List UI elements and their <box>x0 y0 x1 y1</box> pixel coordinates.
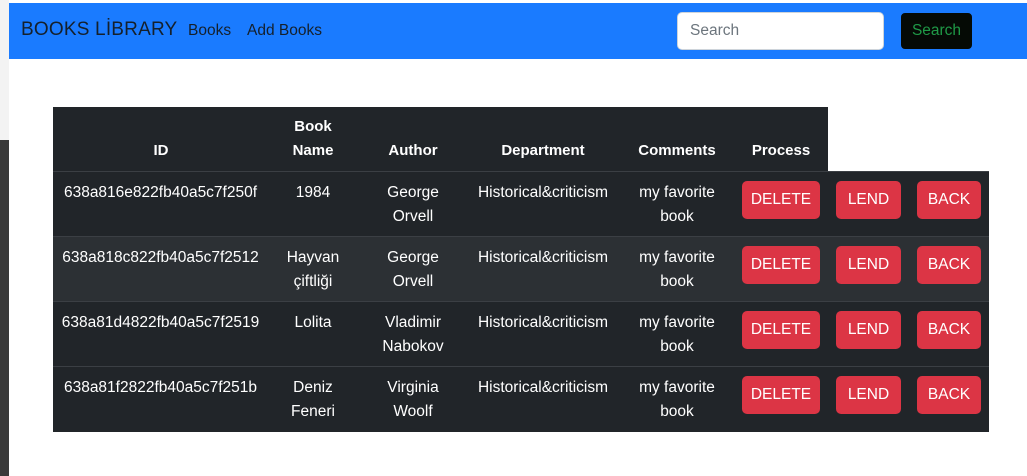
cell-author-line: Orvell <box>392 273 434 290</box>
header-author: Author <box>388 142 438 159</box>
cell-book-name: Lolita <box>273 311 353 335</box>
header-comments: Comments <box>638 142 716 159</box>
cell-comments: my favorite book <box>625 181 729 229</box>
cell-author-line: George <box>387 249 439 266</box>
cell-comments: my favorite book <box>625 246 729 294</box>
cell-book-name-line: Lolita <box>294 314 332 331</box>
cell-book-name-line: Hayvan <box>286 249 340 266</box>
cell-author: Vladimir Nabokov <box>373 311 453 359</box>
cell-book-name: 1984 <box>273 181 353 205</box>
back-button[interactable]: BACK <box>917 311 981 349</box>
cell-comments-line: my favorite <box>639 184 715 201</box>
table-header: ID Book Name Author Department Comments … <box>53 107 828 171</box>
cell-department: Historical&criticism <box>477 379 609 396</box>
table-row: 638a81f2822fb40a5c7f251b Deniz Feneri Vi… <box>53 366 989 432</box>
cell-comments-line: book <box>660 273 694 290</box>
navbar: BOOKS LİBRARY Books Add Books Search <box>9 3 1027 59</box>
lend-button[interactable]: LEND <box>836 376 901 414</box>
search-button[interactable]: Search <box>901 13 972 49</box>
cell-comments-line: my favorite <box>639 314 715 331</box>
cell-comments-line: my favorite <box>639 379 715 396</box>
header-id: ID <box>153 142 169 159</box>
cell-author: Virginia Woolf <box>373 376 453 424</box>
cell-book-name-line: 1984 <box>295 184 331 201</box>
window-edge-shadow <box>0 140 9 476</box>
cell-comments-line: book <box>660 208 694 225</box>
nav-link-add-books[interactable]: Add Books <box>247 22 322 40</box>
cell-comments: my favorite book <box>625 311 729 359</box>
cell-author-line: George <box>387 184 439 201</box>
delete-button[interactable]: DELETE <box>742 181 820 219</box>
cell-book-name-line: Deniz <box>293 379 333 396</box>
header-book-name: Book Name <box>273 115 353 163</box>
table-row: 638a818c822fb40a5c7f2512 Hayvan çiftliği… <box>53 236 989 301</box>
cell-id: 638a81f2822fb40a5c7f251b <box>63 379 258 396</box>
delete-button[interactable]: DELETE <box>742 311 820 349</box>
cell-author: George Orvell <box>373 181 453 229</box>
cell-comments-line: book <box>660 338 694 355</box>
delete-button[interactable]: DELETE <box>742 376 820 414</box>
search-input[interactable] <box>677 12 884 50</box>
lend-button[interactable]: LEND <box>836 311 901 349</box>
cell-id: 638a816e822fb40a5c7f250f <box>63 184 258 201</box>
back-button[interactable]: BACK <box>917 376 981 414</box>
cell-author-line: Orvell <box>392 208 434 225</box>
page: BOOKS LİBRARY Books Add Books Search ID … <box>0 0 1027 476</box>
back-button[interactable]: BACK <box>917 246 981 284</box>
cell-department: Historical&criticism <box>477 184 609 201</box>
cell-author-line: Virginia <box>387 379 439 396</box>
header-book-name-text: Book Name <box>292 118 334 159</box>
table-row: 638a816e822fb40a5c7f250f 1984 George Orv… <box>53 171 989 236</box>
table-body: 638a816e822fb40a5c7f250f 1984 George Orv… <box>53 171 989 432</box>
cell-author: George Orvell <box>373 246 453 294</box>
lend-button[interactable]: LEND <box>836 246 901 284</box>
lend-button[interactable]: LEND <box>836 181 901 219</box>
cell-department: Historical&criticism <box>477 314 609 331</box>
cell-book-name: Hayvan çiftliği <box>273 246 353 294</box>
delete-button[interactable]: DELETE <box>742 246 820 284</box>
cell-department: Historical&criticism <box>477 249 609 266</box>
cell-id: 638a81d4822fb40a5c7f2519 <box>61 314 260 331</box>
cell-book-name-line: çiftliği <box>293 273 333 290</box>
cell-id: 638a818c822fb40a5c7f2512 <box>62 249 259 266</box>
table-row: 638a81d4822fb40a5c7f2519 Lolita Vladimir… <box>53 301 989 366</box>
header-department: Department <box>501 142 585 159</box>
cell-comments: my favorite book <box>625 376 729 424</box>
cell-book-name: Deniz Feneri <box>273 376 353 424</box>
cell-comments-line: my favorite <box>639 249 715 266</box>
brand-title[interactable]: BOOKS LİBRARY <box>21 19 177 41</box>
cell-comments-line: book <box>660 403 694 420</box>
back-button[interactable]: BACK <box>917 181 981 219</box>
cell-author-line: Vladimir <box>385 314 441 331</box>
nav-link-books[interactable]: Books <box>188 22 231 40</box>
header-process: Process <box>751 142 811 159</box>
cell-author-line: Woolf <box>393 403 433 420</box>
cell-book-name-line: Feneri <box>291 403 335 420</box>
cell-author-line: Nabokov <box>382 338 444 355</box>
